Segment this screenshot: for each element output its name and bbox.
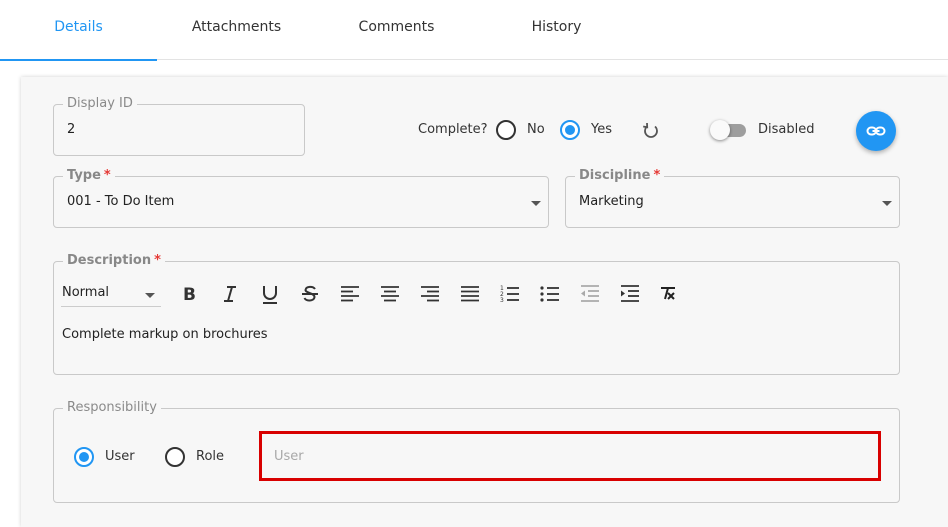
svg-text:B: B	[183, 285, 196, 305]
responsibility-label: Responsibility	[63, 400, 161, 416]
responsibility-role-radio[interactable]	[165, 447, 185, 467]
italic-icon[interactable]	[219, 283, 241, 305]
ordered-list-icon[interactable]: 123	[499, 283, 521, 305]
user-input-highlight	[259, 431, 881, 481]
bold-icon[interactable]: B	[179, 283, 201, 305]
indent-icon[interactable]	[619, 283, 641, 305]
align-right-icon[interactable]	[419, 283, 441, 305]
svg-text:3: 3	[500, 297, 504, 304]
complete-yes-label: Yes	[591, 122, 612, 137]
bullet-list-icon[interactable]	[539, 283, 561, 305]
align-justify-icon[interactable]	[459, 283, 481, 305]
tab-history[interactable]: History	[478, 0, 635, 60]
responsibility-user-label: User	[105, 449, 135, 464]
complete-label: Complete?	[418, 122, 488, 137]
responsibility-role-label: Role	[196, 449, 225, 464]
strikethrough-icon[interactable]	[299, 283, 321, 305]
display-id-label: Display ID	[63, 96, 137, 112]
discipline-select[interactable]: Discipline * Marketing	[565, 168, 900, 228]
align-center-icon[interactable]	[379, 283, 401, 305]
complete-yes-radio[interactable]	[560, 120, 580, 140]
display-id-field[interactable]: Display ID 2	[53, 96, 305, 156]
format-value: Normal	[62, 285, 110, 300]
complete-no-label: No	[527, 122, 545, 137]
discipline-value: Marketing	[579, 194, 644, 209]
outdent-icon[interactable]	[579, 283, 601, 305]
format-select[interactable]: Normal	[61, 283, 161, 307]
disabled-toggle-knob[interactable]	[710, 120, 730, 140]
complete-no-radio[interactable]	[496, 120, 516, 140]
link-button[interactable]	[856, 111, 896, 151]
align-left-icon[interactable]	[339, 283, 361, 305]
tab-attachments[interactable]: Attachments	[158, 0, 315, 60]
tab-bar: Details Attachments Comments History	[0, 0, 948, 61]
responsibility-user-radio[interactable]	[74, 447, 94, 467]
discipline-label: Discipline *	[575, 168, 665, 184]
chevron-down-icon	[882, 201, 892, 206]
user-input[interactable]	[272, 446, 862, 466]
type-select[interactable]: Type * 001 - To Do Item	[53, 168, 549, 228]
underline-icon[interactable]	[259, 283, 281, 305]
reset-icon[interactable]	[640, 120, 662, 142]
tab-comments[interactable]: Comments	[318, 0, 475, 60]
display-id-value: 2	[67, 122, 76, 137]
disabled-toggle-label: Disabled	[758, 122, 815, 137]
tab-details[interactable]: Details	[0, 0, 157, 61]
type-label: Type *	[63, 168, 115, 184]
type-value: 001 - To Do Item	[67, 194, 175, 209]
clear-format-icon[interactable]	[657, 283, 679, 305]
chevron-down-icon	[531, 201, 541, 206]
description-label: Description *	[63, 253, 165, 269]
description-text[interactable]: Complete markup on brochures	[62, 327, 268, 342]
chevron-down-icon	[145, 293, 155, 298]
description-editor: Description *	[53, 253, 900, 375]
